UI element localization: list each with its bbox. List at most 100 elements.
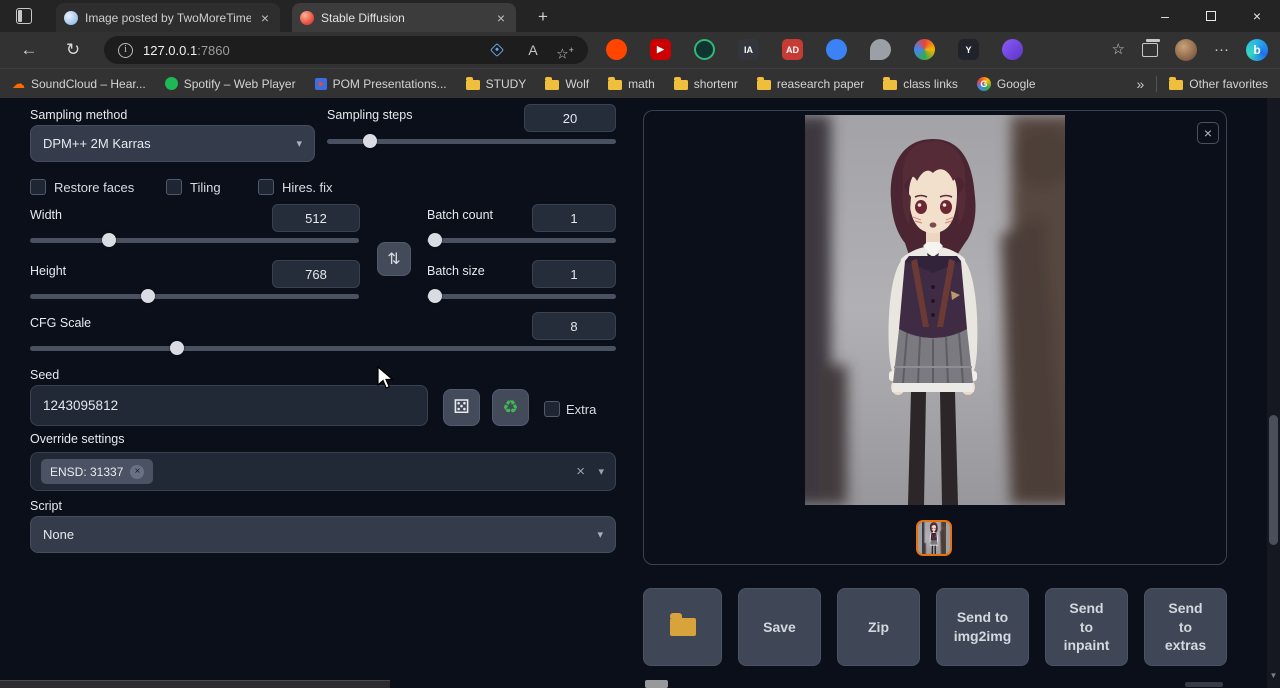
tab-close-icon[interactable]: ×	[494, 11, 508, 25]
swap-dimensions-button[interactable]: ⇅	[377, 242, 411, 276]
slider-handle[interactable]	[141, 289, 155, 303]
zip-button[interactable]: Zip	[837, 588, 920, 666]
scrollbar-thumb[interactable]	[1269, 415, 1278, 545]
extension-icon[interactable]	[870, 39, 891, 60]
site-info-icon[interactable]: i	[118, 43, 133, 58]
seed-input[interactable]	[30, 385, 428, 426]
bookmark-folder-research[interactable]: reasearch paper	[757, 77, 864, 91]
profile-avatar[interactable]	[1175, 39, 1197, 61]
slider-handle[interactable]	[170, 341, 184, 355]
clear-all-icon[interactable]: ×	[576, 463, 585, 480]
bookmark-soundcloud[interactable]: ☁SoundCloud – Hear...	[12, 77, 146, 91]
send-to-extras-button[interactable]: Send to extras	[1144, 588, 1227, 666]
extensions-row: ▶ IA AD Y	[606, 39, 1023, 60]
batch-size-input[interactable]: 1	[532, 260, 616, 288]
collections-icon[interactable]	[1142, 43, 1158, 57]
batch-count-input[interactable]: 1	[532, 204, 616, 232]
height-slider[interactable]	[30, 294, 359, 299]
favorites-bar-icon[interactable]: ☆	[1112, 39, 1125, 61]
horizontal-scrollbar-thumb[interactable]	[645, 680, 668, 688]
minimize-button[interactable]: –	[1142, 0, 1188, 32]
extension-icon[interactable]: ▶	[650, 39, 671, 60]
cfg-scale-slider[interactable]	[30, 346, 616, 351]
extension-icon[interactable]: Y	[958, 39, 979, 60]
hires-fix-label: Hires. fix	[282, 180, 333, 195]
gallery-thumbnail-selected[interactable]	[916, 520, 952, 556]
hires-fix-checkbox[interactable]	[258, 179, 274, 195]
bookmark-pom[interactable]: POM Presentations...	[315, 77, 447, 91]
add-favorite-icon[interactable]: ☆+	[556, 41, 574, 59]
bookmark-spotify[interactable]: Spotify – Web Player	[165, 77, 296, 91]
extension-icon[interactable]	[914, 39, 935, 60]
generated-image[interactable]	[805, 115, 1065, 505]
folder-icon	[670, 618, 696, 636]
tab-close-icon[interactable]: ×	[258, 11, 272, 25]
sampling-steps-slider[interactable]	[327, 139, 616, 144]
dice-icon: ⚄	[453, 396, 470, 419]
new-tab-button[interactable]: +	[531, 6, 555, 28]
extension-icon[interactable]: AD	[782, 39, 803, 60]
sampling-method-dropdown[interactable]: DPM++ 2M Karras ▾	[30, 125, 315, 162]
bookmark-label: math	[628, 77, 655, 91]
extension-icon[interactable]: IA	[738, 39, 759, 60]
slider-handle[interactable]	[102, 233, 116, 247]
script-dropdown[interactable]: None ▾	[30, 516, 616, 553]
width-slider[interactable]	[30, 238, 359, 243]
open-folder-button[interactable]	[643, 588, 722, 666]
remove-tag-icon[interactable]: ×	[130, 465, 144, 479]
bookmark-folder-wolf[interactable]: Wolf	[545, 77, 589, 91]
window-controls: – ×	[1142, 0, 1280, 32]
random-seed-button[interactable]: ⚄	[443, 389, 480, 426]
immersive-reader-icon[interactable]: A	[524, 41, 542, 59]
close-gallery-button[interactable]: ×	[1197, 122, 1219, 144]
batch-size-label: Batch size	[427, 264, 485, 278]
extension-icon[interactable]	[606, 39, 627, 60]
bookmark-folder-math[interactable]: math	[608, 77, 655, 91]
tab-image-post[interactable]: Image posted by TwoMoreTimes ×	[56, 3, 280, 32]
swap-icon: ⇅	[387, 249, 400, 269]
tiling-checkbox[interactable]	[166, 179, 182, 195]
anime-girl-image	[805, 115, 1065, 505]
override-settings-input[interactable]: ENSD: 31337 × × ▾	[30, 452, 616, 491]
tab-stable-diffusion[interactable]: Stable Diffusion ×	[292, 3, 516, 32]
close-window-button[interactable]: ×	[1234, 0, 1280, 32]
extension-icon[interactable]	[826, 39, 847, 60]
bookmark-folder-classlinks[interactable]: class links	[883, 77, 958, 91]
cfg-scale-input[interactable]: 8	[532, 312, 616, 340]
vertical-scrollbar[interactable]: ▼	[1267, 98, 1280, 688]
width-input[interactable]: 512	[272, 204, 360, 232]
bookmark-folder-study[interactable]: STUDY	[466, 77, 527, 91]
shopping-tag-icon[interactable]	[490, 43, 504, 57]
save-button[interactable]: Save	[738, 588, 821, 666]
navbar-right-buttons: ☆ ··· b	[1112, 37, 1268, 62]
batch-size-slider[interactable]	[427, 294, 616, 299]
restore-faces-checkbox[interactable]	[30, 179, 46, 195]
slider-handle[interactable]	[428, 233, 442, 247]
scroll-down-icon[interactable]: ▼	[1267, 671, 1280, 680]
tab-actions-icon[interactable]	[16, 8, 32, 24]
send-to-inpaint-button[interactable]: Send to inpaint	[1045, 588, 1128, 666]
slider-handle[interactable]	[363, 134, 377, 148]
cfg-scale-label: CFG Scale	[30, 316, 91, 330]
chevron-down-icon[interactable]: ▾	[598, 465, 604, 478]
send-to-img2img-button[interactable]: Send to img2img	[936, 588, 1029, 666]
extension-icon[interactable]	[694, 39, 715, 60]
bookmarks-overflow-icon[interactable]: »	[1137, 76, 1145, 92]
back-button[interactable]: ←	[18, 39, 40, 61]
horizontal-scrollbar[interactable]	[0, 680, 390, 688]
slider-handle[interactable]	[428, 289, 442, 303]
maximize-button[interactable]	[1188, 0, 1234, 32]
other-favorites-folder[interactable]: Other favorites	[1169, 77, 1268, 91]
bing-copilot-icon[interactable]: b	[1246, 39, 1268, 61]
more-menu-icon[interactable]: ···	[1214, 39, 1229, 61]
extension-icon[interactable]	[1002, 39, 1023, 60]
batch-count-slider[interactable]	[427, 238, 616, 243]
bookmark-google[interactable]: GGoogle	[977, 77, 1036, 91]
sampling-steps-input[interactable]: 20	[524, 104, 616, 132]
reuse-seed-button[interactable]: ♻	[492, 389, 529, 426]
address-bar[interactable]: i 127.0.0.1:7860 A ☆+	[104, 36, 588, 64]
extra-seed-checkbox[interactable]	[544, 401, 560, 417]
height-input[interactable]: 768	[272, 260, 360, 288]
refresh-button[interactable]: ↻	[62, 39, 84, 61]
bookmark-folder-shortenr[interactable]: shortenr	[674, 77, 738, 91]
